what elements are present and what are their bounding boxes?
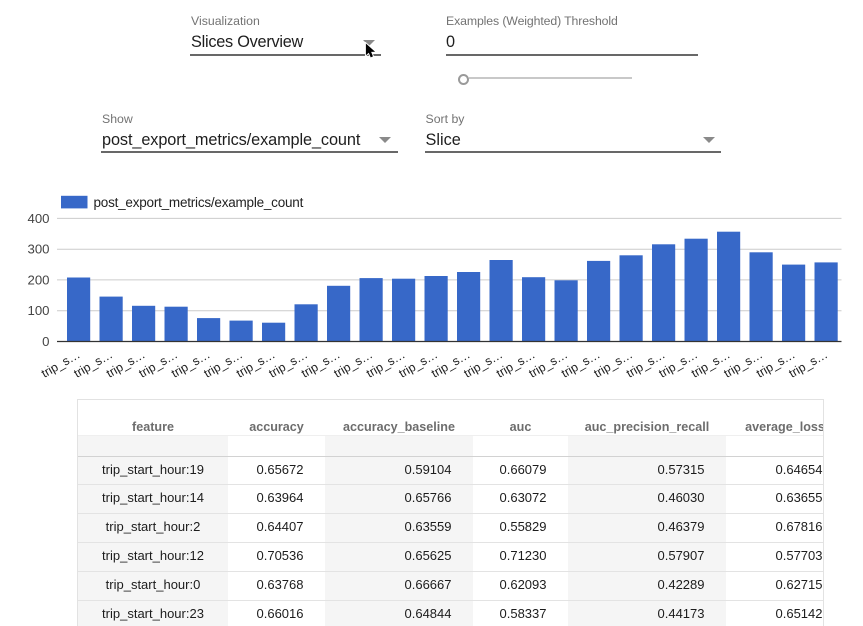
svg-text:300: 300 [27,242,49,257]
svg-text:200: 200 [27,272,49,287]
svg-text:100: 100 [27,303,49,318]
svg-text:post_export_metrics/example_co: post_export_metrics/example_count [94,195,304,210]
svg-text:0: 0 [42,334,49,349]
svg-text:400: 400 [27,211,49,226]
